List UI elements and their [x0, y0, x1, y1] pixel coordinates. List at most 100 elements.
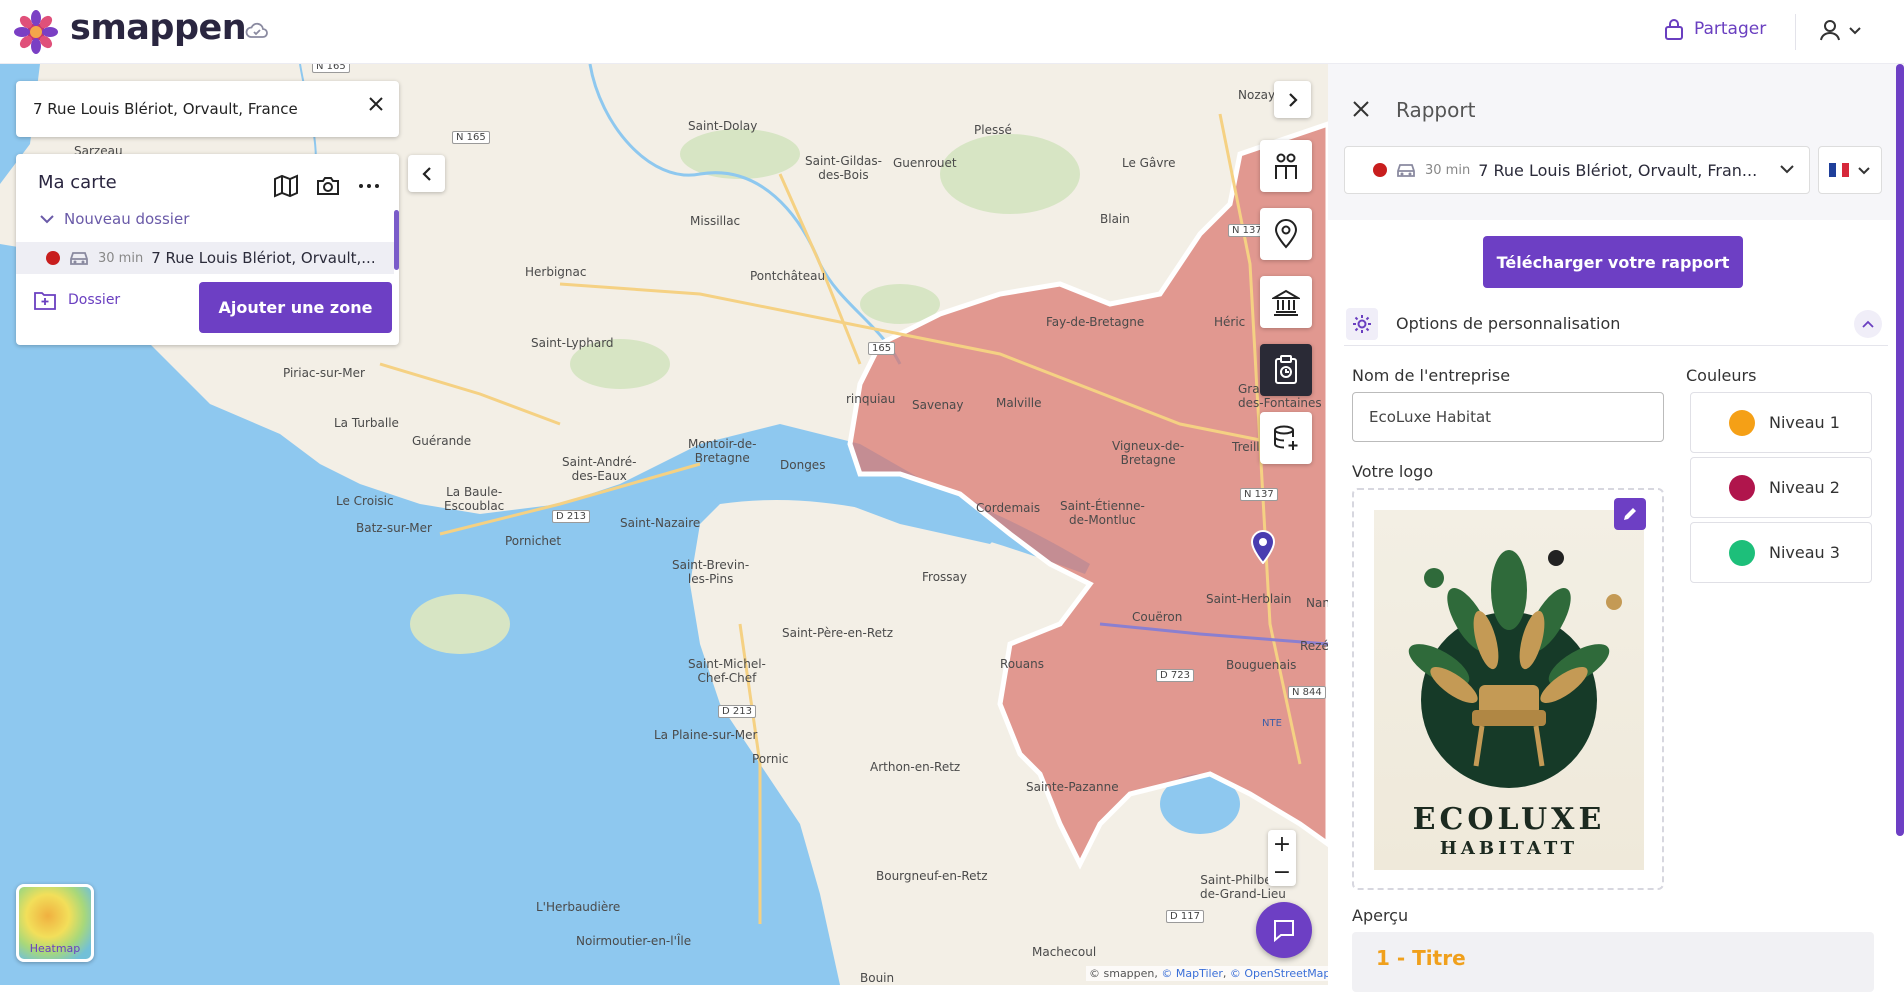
chevron-down-icon: [1780, 165, 1794, 174]
place-label: Saint-Lyphard: [531, 336, 614, 350]
panel-actions: [273, 174, 381, 198]
people-icon: [1275, 153, 1297, 179]
expand-toolbar-button[interactable]: [1274, 81, 1311, 118]
zoom-in-button[interactable]: +: [1273, 832, 1291, 857]
place-label: La Plaine-sur-Mer: [654, 728, 758, 742]
place-label: Saint-Brevin- les-Pins: [672, 558, 750, 586]
close-icon[interactable]: [1352, 100, 1370, 118]
zoom-controls: + −: [1268, 830, 1296, 886]
folder-item[interactable]: Nouveau dossier: [40, 210, 189, 228]
map-icon[interactable]: [273, 174, 299, 198]
place-label: La Turballe: [334, 416, 399, 430]
place-label: Herbignac: [525, 265, 587, 279]
customization-options[interactable]: Options de personnalisation: [1344, 302, 1888, 346]
place-label: Treilli: [1232, 440, 1263, 454]
chevron-down-icon[interactable]: [40, 214, 54, 224]
new-folder-label: Dossier: [68, 292, 121, 308]
logo-upload-area[interactable]: ECOLUXE HABITATT: [1352, 488, 1664, 890]
new-folder-button[interactable]: Dossier: [34, 290, 120, 310]
institutions-tool-button[interactable]: [1260, 276, 1312, 328]
collapse-panel-button[interactable]: [408, 155, 445, 192]
road-shield: N 844: [1288, 686, 1326, 699]
more-icon[interactable]: [357, 174, 381, 198]
place-label: Noirmoutier-en-l'Île: [576, 934, 692, 948]
search-input[interactable]: 7 Rue Louis Blériot, Orvault, France: [33, 100, 298, 118]
chat-icon: [1274, 920, 1294, 943]
my-map-panel: Ma carte Nouveau dossier 30 min 7 Rue Lo…: [16, 154, 399, 345]
place-label: La Baule- Escoublac: [444, 485, 505, 513]
chevron-up-icon[interactable]: [1854, 310, 1882, 338]
heatmap-toggle[interactable]: Heatmap: [16, 884, 94, 962]
place-label: Pornichet: [505, 534, 562, 548]
color-level-1[interactable]: Niveau 1: [1690, 392, 1872, 453]
zone-address: 7 Rue Louis Blériot, Orvault,...: [151, 249, 376, 267]
place-label: Le Gâvre: [1122, 156, 1176, 170]
car-icon: [70, 252, 88, 265]
add-zone-button[interactable]: Ajouter une zone: [199, 282, 392, 333]
language-select[interactable]: [1818, 146, 1882, 194]
report-panel: Rapport 30 min 7 Rue Louis Blériot, Orva…: [1328, 64, 1904, 992]
chat-button[interactable]: [1256, 902, 1312, 958]
zone-address: 7 Rue Louis Blériot, Orvault, Fran...: [1478, 160, 1758, 180]
population-tool-button[interactable]: [1260, 140, 1312, 192]
color-level-2[interactable]: Niveau 2: [1690, 457, 1872, 518]
place-label: Blain: [1100, 212, 1130, 226]
folder-label: Nouveau dossier: [64, 210, 190, 228]
clear-icon[interactable]: [369, 97, 383, 111]
colors-label: Couleurs: [1686, 366, 1757, 385]
place-label: Machecoul: [1032, 945, 1097, 959]
data-tool-button[interactable]: [1260, 412, 1312, 464]
preview-label: Aperçu: [1352, 906, 1409, 925]
place-label: NTE: [1262, 718, 1282, 729]
road-shield: N 165: [312, 64, 350, 73]
place-label: L'Herbaudière: [536, 900, 621, 914]
place-label: Le Croisic: [336, 494, 394, 508]
place-label: Bourgneuf-en-Retz: [876, 869, 988, 883]
osm-link[interactable]: © OpenStreetMap: [1230, 967, 1328, 980]
place-label: Guenrouet: [893, 156, 957, 170]
place-label: Saint-Père-en-Retz: [782, 626, 894, 640]
chevron-down-icon: [1849, 27, 1861, 35]
panel-scrollbar[interactable]: [394, 210, 399, 270]
place-label: Saint-Dolay: [688, 119, 758, 133]
address-search[interactable]: 7 Rue Louis Blériot, Orvault, France: [16, 81, 399, 137]
chevron-right-icon: [1288, 92, 1298, 107]
maptiler-link[interactable]: © MapTiler: [1161, 967, 1223, 980]
smappen-logo-icon[interactable]: [14, 10, 58, 54]
location-marker-icon[interactable]: [1250, 530, 1276, 564]
road-shield: D 213: [552, 510, 590, 523]
user-menu[interactable]: [1818, 18, 1862, 42]
zone-item[interactable]: 30 min 7 Rue Louis Blériot, Orvault,...: [16, 242, 394, 274]
heatmap-label: Heatmap: [29, 942, 81, 955]
color-swatch: [1729, 474, 1755, 501]
attribution-text: © smappen,: [1089, 967, 1162, 980]
download-report-button[interactable]: Télécharger votre rapport: [1483, 236, 1743, 288]
pin-icon: [1274, 219, 1298, 249]
place-label: Pornic: [752, 752, 789, 766]
company-name-input[interactable]: EcoLuxe Habitat: [1352, 392, 1664, 442]
gear-icon: [1346, 307, 1378, 340]
zoom-out-button[interactable]: −: [1273, 860, 1291, 885]
share-button[interactable]: Partager: [1664, 18, 1766, 40]
camera-icon[interactable]: [315, 174, 341, 198]
zone-select[interactable]: 30 min 7 Rue Louis Blériot, Orvault, Fra…: [1344, 146, 1810, 194]
zone-duration: 30 min: [98, 250, 144, 266]
divider: [1795, 14, 1796, 50]
place-label: Rouans: [1000, 657, 1044, 671]
place-label: Vigneux-de- Bretagne: [1112, 439, 1185, 467]
place-label: Nozay: [1238, 88, 1276, 102]
color-level-label: Niveau 2: [1769, 478, 1840, 497]
preview-title: 1 - Titre: [1376, 946, 1466, 970]
edit-logo-button[interactable]: [1614, 498, 1646, 530]
color-level-3[interactable]: Niveau 3: [1690, 522, 1872, 583]
poi-tool-button[interactable]: [1260, 208, 1312, 260]
place-label: Saint-Gildas- des-Bois: [805, 154, 882, 182]
place-label: Cordemais: [976, 501, 1041, 515]
place-label: Savenay: [912, 398, 964, 412]
map-canvas[interactable]: Saint-Dolay Plessé Nozay Sarzeau Saint-G…: [0, 64, 1328, 985]
logo-label: Votre logo: [1352, 462, 1434, 481]
place-label: Plessé: [974, 123, 1012, 137]
panel-scrollbar[interactable]: [1896, 64, 1904, 836]
zone-color-dot: [1373, 163, 1387, 177]
report-tool-button[interactable]: [1260, 344, 1312, 396]
